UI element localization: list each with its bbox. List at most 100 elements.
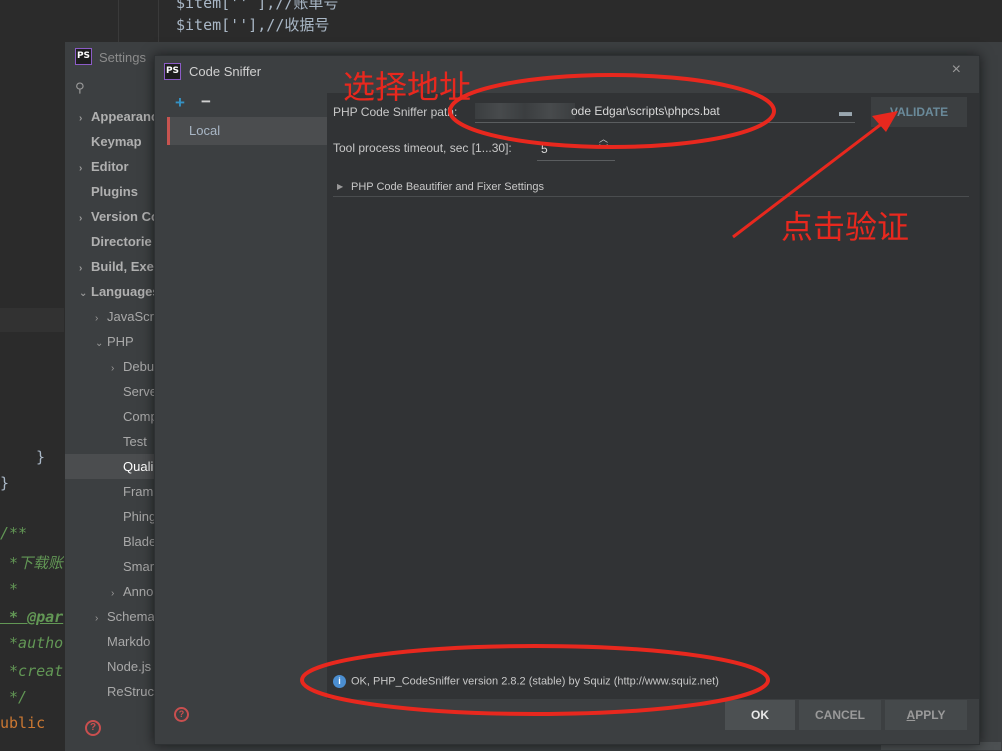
sidebar-item-directorie[interactable]: Directorie [65,229,157,254]
sidebar-item-label: Version Co [91,209,157,224]
status-text: OK, PHP_CodeSniffer version 2.8.2 (stabl… [351,675,719,688]
sidebar-item-label: JavaScri [107,309,157,324]
sidebar-item-label: Schema [107,609,155,624]
code-line: } [0,474,10,492]
sidebar-item-label: Markdo [107,634,151,649]
sidebar-item-label: Serve [123,384,157,399]
sidebar-item-label: Test [123,434,147,449]
sidebar-item-smar[interactable]: Smar [65,554,157,579]
validate-button[interactable]: VALIDATE [871,97,967,127]
sidebar-item-label: Plugins [91,184,138,199]
code-line: * @par [0,608,64,626]
sidebar-item-phing[interactable]: Phing [65,504,157,529]
sidebar-item-comp[interactable]: Comp [65,404,157,429]
sidebar-item-label: Debu [123,359,155,374]
sidebar-item-debu[interactable]: › Debu [65,354,157,379]
sidebar-item-languages[interactable]: ⌄ Languages [65,279,157,304]
chevron-icon[interactable]: › [79,206,91,231]
chevron-icon[interactable]: ⌄ [95,331,107,356]
cancel-button[interactable]: CANCEL [799,700,881,730]
sidebar-item-label: Appearanc [91,109,157,124]
sidebar-item-label: ReStruct [107,684,157,699]
code-line: ublic [0,714,46,732]
path-value: ode Edgar\scripts\phpcs.bat [571,104,720,118]
sidebar-item-label: Blade [123,534,157,549]
sidebar-item-test[interactable]: Test [65,429,157,454]
sidebar-item-label: Comp [123,409,157,424]
sidebar-item-keymap[interactable]: Keymap [65,129,157,154]
phpstorm-logo-icon: PS [164,63,181,80]
close-icon[interactable]: × [952,61,961,79]
sidebar-item-fram[interactable]: Fram [65,479,157,504]
sidebar-item-label: Build, Exec [91,259,157,274]
current-line-highlight [0,308,64,332]
validation-status: i OK, PHP_CodeSniffer version 2.8.2 (stab… [333,673,719,691]
phpstorm-logo-icon: PS [75,48,92,65]
annotation-click-validate: 点击验证 [781,208,910,246]
timeout-spinner[interactable]: ︿ ﹀ [599,134,608,154]
search-icon: ⚲ [75,80,85,95]
info-icon: i [333,675,346,689]
chevron-icon[interactable]: › [79,156,91,181]
sidebar-item-anno[interactable]: › Anno [65,579,157,604]
code-line: $item['' ],//账单号 [176,0,339,12]
sidebar-item-label: Quali [123,459,154,474]
sidebar-item-blade[interactable]: Blade [65,529,157,554]
blurred-path-segment [475,103,575,119]
sidebar-item-restruct[interactable]: ReStruct [65,679,157,704]
settings-search-input[interactable]: ⚲ [65,76,157,100]
code-line: * [0,580,19,598]
sidebar-item-label: Fram [123,484,154,499]
sidebar-item-javascri[interactable]: › JavaScri [65,304,157,329]
code-line: *autho [0,634,64,652]
sidebar-item-quali[interactable]: Quali [65,454,157,479]
dialog-title: Code Sniffer [189,64,262,79]
sidebar-item-label: Directorie [91,234,152,249]
code-line: *下载账 [0,554,64,572]
settings-title: Settings [99,50,146,65]
ok-button[interactable]: OK [725,700,795,730]
chevron-icon[interactable]: › [111,356,123,381]
chevron-icon[interactable]: › [79,106,91,131]
sidebar-item-markdo[interactable]: Markdo [65,629,157,654]
sidebar-item-version-co[interactable]: › Version Co [65,204,157,229]
profile-item-local[interactable]: Local [167,117,327,145]
chevron-icon[interactable]: › [95,606,107,631]
beautifier-section-toggle[interactable]: ▶ PHP Code Beautifier and Fixer Settings [333,181,969,197]
sidebar-item-plugins[interactable]: Plugins [65,179,157,204]
code-sniffer-dialog: PS Code Sniffer × + − Local PHP Code Sni… [154,55,980,745]
sidebar-item-node-js[interactable]: Node.js [65,654,157,679]
chevron-icon[interactable]: › [79,256,91,281]
sidebar-item-label: Keymap [91,134,142,149]
sidebar-item-label: PHP [107,334,134,349]
code-line: /** [0,524,28,542]
profile-settings-panel: PHP Code Sniffer path: ode Edgar\scripts… [327,93,979,699]
chevron-icon[interactable]: › [95,306,107,331]
apply-mnemonic: A [906,708,916,722]
sidebar-item-label: Phing [123,509,157,524]
profiles-panel: + − Local [167,92,327,699]
apply-button[interactable]: APPLY [885,700,967,730]
apply-label-rest: PPLY [915,708,946,722]
sidebar-item-schema[interactable]: › Schema [65,604,157,629]
chevron-icon[interactable]: ⌄ [79,281,91,306]
sidebar-item-php[interactable]: ⌄ PHP [65,329,157,354]
sidebar-item-editor[interactable]: › Editor [65,154,157,179]
sidebar-item-label: Node.js [107,659,152,674]
timeout-label: Tool process timeout, sec [1...30]: [333,141,512,155]
chevron-icon[interactable]: › [111,581,123,606]
settings-help-icon[interactable]: ? [85,720,101,736]
sidebar-item-label: Smar [123,559,155,574]
help-icon[interactable]: ? [174,707,189,722]
remove-profile-button[interactable]: − [201,92,211,112]
code-line: */ [0,688,28,706]
expand-arrow-icon: ▶ [337,182,344,191]
code-line: $item[''],//收据号 [176,16,330,34]
add-profile-button[interactable]: + [175,93,185,113]
sidebar-item-build-exec[interactable]: › Build, Exec [65,254,157,279]
phpcs-path-input[interactable]: ode Edgar\scripts\phpcs.bat [475,99,855,123]
folder-open-icon[interactable]: ▬ [839,104,852,119]
sidebar-item-appearanc[interactable]: › Appearanc [65,104,157,129]
sidebar-item-serve[interactable]: Serve [65,379,157,404]
settings-tree: › Appearanc Keymap › Editor Plugins › Version C… [65,104,157,744]
